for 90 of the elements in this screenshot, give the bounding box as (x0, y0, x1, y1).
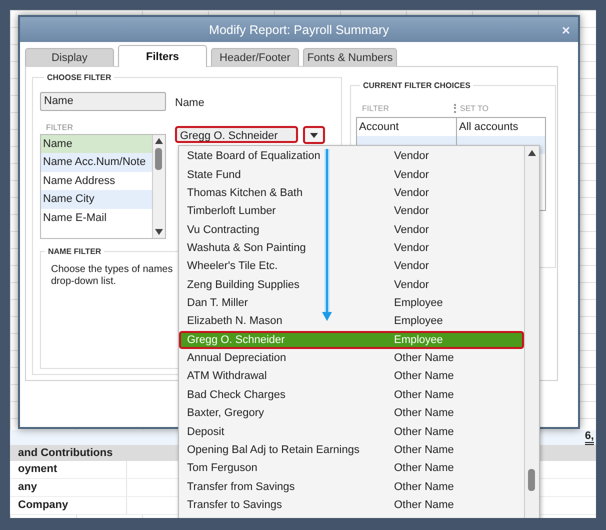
dropdown-option[interactable]: Gregg O. Schneider Employee (179, 330, 524, 349)
option-name: State Fund (187, 168, 242, 181)
tab[interactable]: Fonts & Numbers (303, 48, 397, 66)
option-type: Other Name (394, 499, 454, 511)
option-name: Transfer to Savings (187, 499, 283, 511)
dropdown-option[interactable]: State Fund Vendor (179, 165, 524, 184)
tab[interactable]: Header/Footer (211, 48, 299, 66)
option-name: Zeng Building Supplies (187, 278, 301, 291)
option-name: Opening Bal Adj to Retain Earnings (187, 444, 360, 456)
option-type: Vendor (394, 150, 429, 162)
option-name: Deposit (187, 426, 226, 438)
tab[interactable]: Display (25, 48, 114, 66)
report-row-label: Company (18, 497, 127, 514)
filter-list-item[interactable]: Name Acc.Num/Note (41, 153, 152, 172)
filter-list-item[interactable]: Name Address (41, 172, 152, 190)
name-dropdown-field[interactable]: Gregg O. Schneider (175, 126, 298, 143)
group-heading: CHOOSE FILTER (46, 73, 112, 82)
option-name: Gregg O. Schneider (187, 334, 286, 346)
option-type: Vendor (394, 260, 429, 272)
field-label: Name (175, 97, 206, 109)
column-header: SET TO (454, 104, 488, 113)
report-section-title: and Contributions (18, 447, 113, 459)
option-type: Other Name (394, 426, 454, 438)
dropdown-option[interactable]: Bad Check Charges Other Name (179, 386, 524, 404)
list-heading: FILTER (46, 123, 74, 132)
dropdown-option[interactable]: Annual Depreciation Other Name (179, 348, 524, 368)
scrollbar[interactable] (152, 135, 165, 238)
filter-list-item[interactable]: Name E-Mail (41, 208, 152, 227)
dropdown-button[interactable] (302, 126, 325, 144)
option-type: Vendor (394, 205, 429, 218)
dropdown-option[interactable]: Wheeler's Tile Etc. Vendor (179, 257, 524, 276)
filter-list-item[interactable]: Name City (41, 190, 152, 209)
option-name: Transfer from Savings (187, 480, 296, 493)
dropdown-option[interactable]: Washuta & Son Painting Vendor (179, 238, 524, 258)
dropdown-option[interactable]: State Board of Equalization Vendor (179, 147, 524, 166)
table-cell: All accounts (459, 121, 518, 133)
option-name: ATM Withdrawal (187, 370, 268, 382)
option-type: Other Name (394, 462, 454, 474)
option-name: Annual Depreciation (187, 352, 288, 364)
option-type: Vendor (394, 224, 429, 236)
option-type: Vendor (394, 278, 429, 291)
column-header: FILTER (362, 104, 390, 113)
option-name: Wheeler's Tile Etc. (187, 260, 279, 272)
tab[interactable]: Filters (118, 45, 207, 67)
dropdown-option[interactable]: Deposit Other Name (179, 422, 524, 441)
report-row-label: oyment (18, 461, 127, 478)
table-cell: Account (359, 121, 399, 133)
dropdown-option[interactable]: Vu Contracting Vendor (179, 220, 524, 239)
dropdown-option[interactable]: Opening Bal Adj to Retain Earnings Other Name (179, 440, 524, 460)
filter-list-item[interactable]: Name (41, 135, 152, 154)
option-name: Dan T. Miller (187, 297, 249, 310)
option-type: Vendor (394, 186, 429, 199)
option-name: Bad Check Charges (187, 388, 286, 401)
dropdown-option[interactable]: Baxter, Gregory Other Name (179, 404, 524, 422)
option-name: Washuta & Son Painting (187, 242, 307, 254)
dropdown-option[interactable]: ATM Withdrawal Other Name (179, 367, 524, 386)
option-type: Other Name (394, 388, 454, 401)
help-text: drop-down list. (51, 276, 116, 287)
option-name: Elizabeth N. Mason (187, 315, 284, 328)
scrollbar[interactable] (524, 146, 539, 518)
dropdown-option[interactable]: Zeng Building Supplies Vendor (179, 276, 524, 294)
option-type: Other Name (394, 370, 454, 382)
option-type: Employee (394, 315, 443, 328)
dropdown-option[interactable]: Elizabeth N. Mason Employee (179, 312, 524, 331)
option-name: Tom Ferguson (187, 462, 258, 474)
option-name: State Board of Equalization (187, 150, 322, 162)
option-type: Other Name (394, 444, 454, 456)
dropdown-option[interactable]: Dan T. Miller Employee (179, 294, 524, 312)
dropdown-option[interactable]: Thomas Kitchen & Bath Vendor (179, 184, 524, 202)
option-type: Other Name (394, 407, 454, 420)
group-heading: NAME FILTER (47, 247, 102, 256)
option-name: Thomas Kitchen & Bath (187, 186, 304, 199)
option-type: Employee (394, 334, 443, 346)
option-type: Vendor (394, 242, 429, 254)
group-heading: CURRENT FILTER CHOICES (362, 81, 472, 90)
option-type: Other Name (394, 480, 454, 493)
option-type: Vendor (394, 168, 429, 181)
help-text: Choose the types of names (51, 264, 173, 275)
option-name: Vu Contracting (187, 224, 260, 236)
option-name: Timberloft Lumber (187, 205, 277, 218)
filter-search-field[interactable]: Name (40, 92, 166, 111)
option-type: Other Name (394, 352, 454, 364)
dropdown-option[interactable]: Timberloft Lumber Vendor (179, 202, 524, 220)
dropdown-option[interactable]: Transfer from Savings Other Name (179, 477, 524, 496)
option-type: Employee (394, 297, 443, 310)
window-title: Modify Report: Payroll Summary (209, 22, 389, 36)
report-row-label: any (18, 479, 127, 496)
option-name: Baxter, Gregory (187, 407, 266, 420)
dropdown-option[interactable]: Transfer to Savings Other Name (179, 496, 524, 514)
dropdown-option[interactable]: Tom Ferguson Other Name (179, 459, 524, 478)
